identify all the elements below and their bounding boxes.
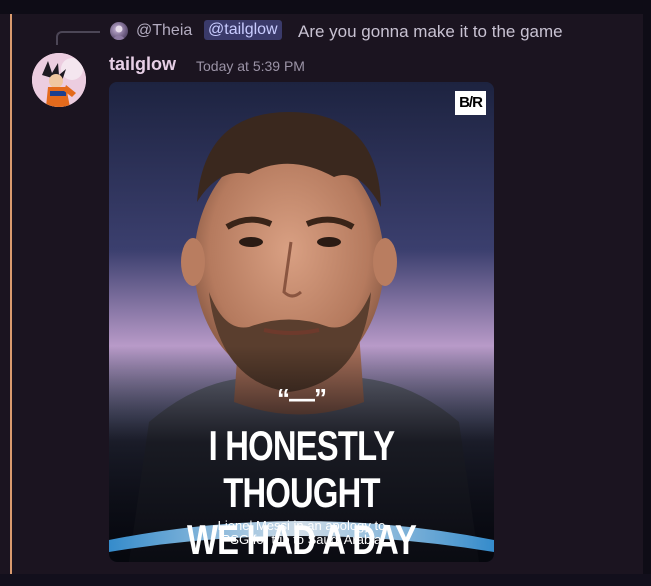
quote-mark: “—” <box>277 383 327 413</box>
caption-line-2: PSG for trip to Saudi Arabia <box>221 532 382 547</box>
message-username[interactable]: tailglow <box>109 54 176 75</box>
image-caption: Lionel Messi in an apology to PSG for tr… <box>109 519 494 547</box>
reply-author-avatar[interactable] <box>110 22 128 40</box>
caption-line-1: Lionel Messi in an apology to <box>217 518 386 533</box>
reply-connector-line <box>56 31 100 45</box>
chat-bottom-strip <box>0 574 651 586</box>
mention-accent-bar <box>10 14 12 574</box>
reply-mention[interactable]: @tailglow <box>204 20 282 40</box>
image-attachment[interactable]: B/R “—” I HONESTLY THOUGHT WE HAD A DAY … <box>109 82 494 562</box>
bleacher-report-logo: B/R <box>455 91 486 115</box>
reply-preview-text[interactable]: Are you gonna make it to the game <box>298 22 563 42</box>
message-timestamp: Today at 5:39 PM <box>196 58 305 74</box>
chat-frame: @Theia @tailglow Are you gonna make it t… <box>0 0 651 586</box>
user-avatar[interactable] <box>32 53 86 107</box>
headline-line-1: I HONESTLY THOUGHT <box>208 422 396 516</box>
reply-author-name[interactable]: @Theia <box>136 22 192 40</box>
